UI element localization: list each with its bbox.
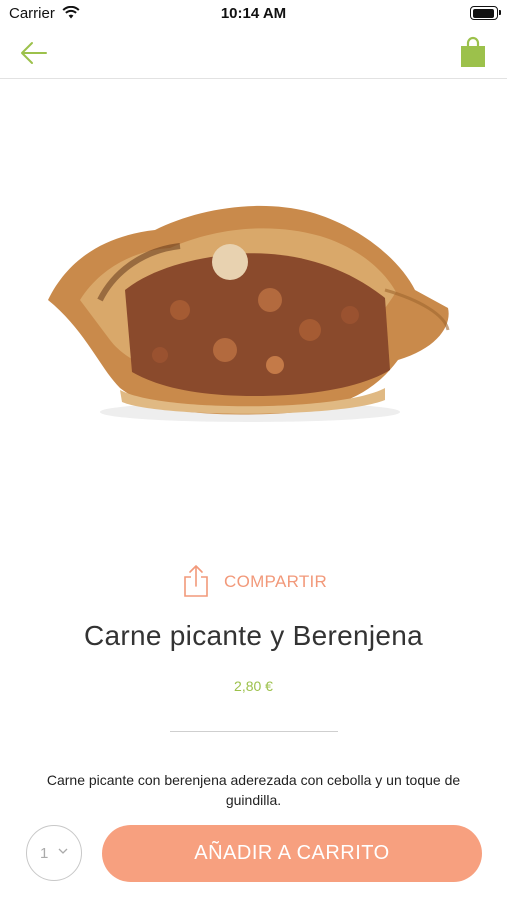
- product-description: Carne picante con berenjena aderezada co…: [46, 772, 461, 808]
- arrow-left-icon[interactable]: [18, 38, 50, 68]
- product-price: 2,80 €: [234, 678, 273, 694]
- shopping-bag-icon[interactable]: [459, 36, 487, 68]
- quantity-selector[interactable]: 1: [26, 825, 82, 881]
- battery-icon: [470, 6, 501, 20]
- share-label: COMPARTIR: [224, 572, 328, 591]
- product-image: [48, 205, 450, 422]
- clock: 10:14 AM: [220, 5, 287, 22]
- share-button[interactable]: COMPARTIR: [0, 564, 507, 600]
- divider: [170, 731, 338, 732]
- chevron-down-icon: [58, 848, 68, 854]
- quantity-value: 1: [40, 845, 49, 862]
- add-to-cart-button[interactable]: AÑADIR A CARRITO: [102, 825, 482, 882]
- status-bar: Carrier 10:14 AM: [0, 0, 507, 28]
- product-title: Carne picante y Berenjena: [83, 620, 424, 651]
- nav-bar: [0, 28, 507, 79]
- share-icon: [184, 565, 208, 597]
